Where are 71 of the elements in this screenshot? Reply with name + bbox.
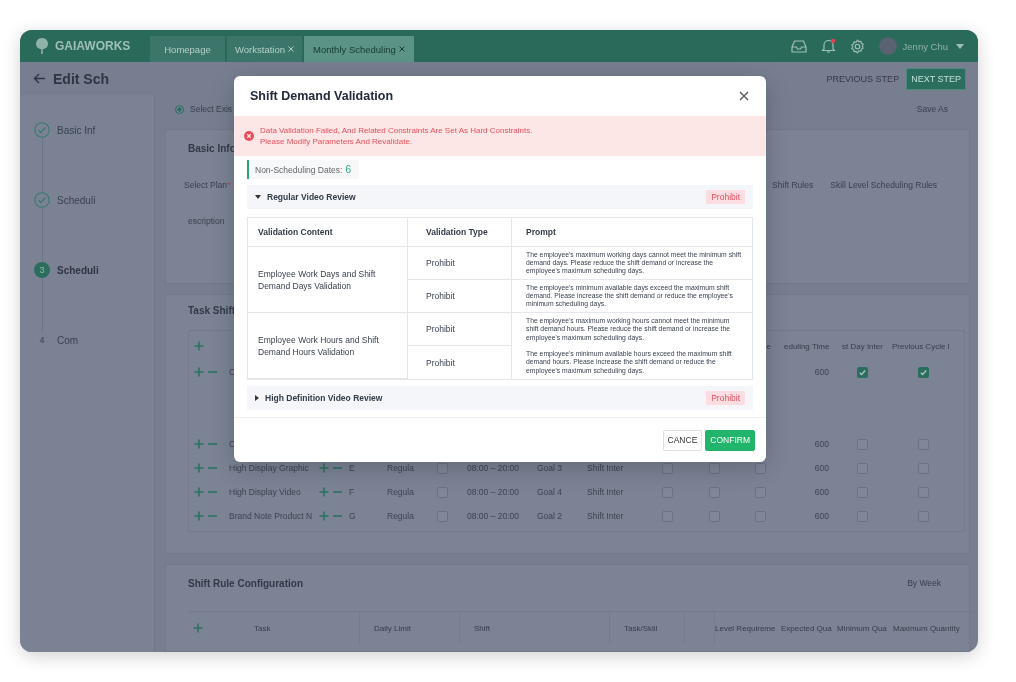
column-header: Prompt <box>526 227 556 237</box>
table-cell: Regula <box>387 511 414 521</box>
status-tag: Prohibit <box>706 190 745 204</box>
group-header[interactable]: High Definition Video Review Prohibit <box>247 386 753 410</box>
section-title: Task Shift <box>188 305 237 316</box>
next-button[interactable]: NEXT STEP <box>906 67 966 90</box>
section-title: Shift Rule Configuration <box>188 577 303 589</box>
column-header: Task <box>254 623 271 633</box>
step-label[interactable]: Scheduli <box>57 194 96 206</box>
field-label: escription <box>188 216 225 226</box>
table-cell: Prohibit <box>426 357 455 368</box>
column-header: Minimum Qua <box>837 623 887 633</box>
alert-text: Please Modify Parameters And Revalidate. <box>260 137 414 146</box>
tab[interactable]: Workstation <box>227 36 302 62</box>
page-title: Edit Sch <box>53 70 109 87</box>
group-name: Regular Video Review <box>267 192 356 202</box>
cancel-button[interactable]: CANCE <box>662 429 703 451</box>
table-cell: 600 <box>814 367 829 377</box>
rule-tab[interactable]: Skill Level Scheduling Rules <box>830 180 937 190</box>
table-cell: E <box>349 463 355 473</box>
radio-label[interactable]: Select Exis <box>190 104 233 114</box>
table-cell: Goal 4 <box>537 487 563 497</box>
table-cell: Prohibit <box>426 324 455 334</box>
table-cell: Shift Inter <box>587 511 624 521</box>
column-header: Task/Skill <box>624 623 658 633</box>
previous-button[interactable]: PREVIOUS STEP <box>823 67 903 90</box>
dialog-title: Shift Demand Validation <box>250 89 394 103</box>
table-cell: 08:00 – 20:00 <box>467 511 519 521</box>
field-label: Select Plan* <box>184 180 231 190</box>
dates-count: 6 <box>345 164 351 175</box>
step-label[interactable]: Scheduli <box>57 264 99 276</box>
column-header: Validation Content <box>258 227 333 237</box>
table-cell: High Display Video <box>229 487 301 497</box>
table-cell: Prohibit <box>426 291 455 301</box>
table-cell-text: Employee Work Days and Shift Demand Days Validation <box>258 267 377 292</box>
column-header: Daily Limit <box>374 623 411 633</box>
table-cell-text: Employee Work Hours and Shift Demand Hours Validation <box>258 333 380 358</box>
dates-label: Non-Scheduling Dates: <box>255 165 343 175</box>
tab[interactable]: Homepage <box>150 36 225 62</box>
group-header[interactable]: Regular Video Review Prohibit <box>247 185 753 209</box>
confirm-button[interactable]: CONFIRM <box>705 429 755 451</box>
rule-tab[interactable]: Shift Rules <box>772 180 814 190</box>
step-label[interactable]: Com <box>57 334 79 346</box>
table-cell: Brand Note Product N <box>229 511 313 521</box>
column-header: Shift <box>474 623 490 633</box>
step-number: 3 <box>34 262 50 278</box>
table-cell: Shift Inter <box>587 487 624 497</box>
period-selector[interactable]: By Week <box>901 575 947 591</box>
table-cell: F <box>349 487 355 497</box>
column-header: Validation Type <box>426 227 488 237</box>
table-cell: G <box>349 511 356 521</box>
table-cell: 08:00 – 20:00 <box>467 487 519 497</box>
user-name[interactable]: Jenny Chu <box>902 40 948 52</box>
step-label[interactable]: Basic Inf <box>57 124 96 136</box>
column-header: Level Requireme <box>715 623 776 633</box>
table-cell: 600 <box>814 487 829 497</box>
table-cell: Goal 2 <box>537 511 563 521</box>
table-cell: 600 <box>814 463 829 473</box>
status-tag: Prohibit <box>706 391 745 405</box>
table-cell: Regula <box>387 487 414 497</box>
table-cell: 600 <box>814 511 829 521</box>
logo-text: GAIAWORKS <box>55 39 131 53</box>
column-header: Previous Cycle I <box>891 341 951 351</box>
alert-text: Data Validation Failed, And Related Constraints Are Set As Hard Constraints. <box>260 126 533 135</box>
table-cell: 600 <box>814 439 829 449</box>
column-header: Expected Qua <box>781 623 832 633</box>
tab[interactable]: Monthly Scheduling <box>304 36 414 62</box>
table-cell: Prohibit <box>426 258 455 268</box>
column-header: Maximum Quantity <box>893 623 960 633</box>
group-name: High Definition Video Review <box>265 393 383 403</box>
column-header: eduling Time <box>783 341 831 351</box>
